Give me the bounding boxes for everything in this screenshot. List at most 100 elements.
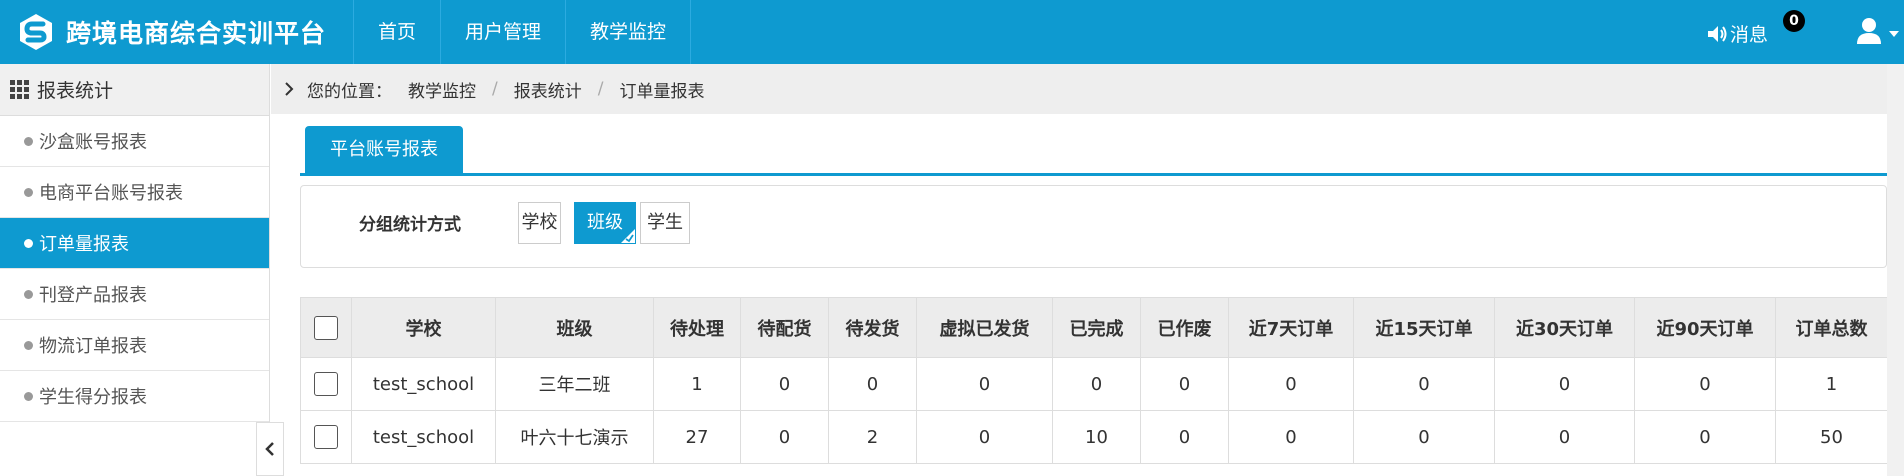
nav-user-management[interactable]: 用户管理 — [441, 0, 567, 64]
breadcrumb-item[interactable]: 教学监控 — [408, 77, 476, 102]
sidebar-item-listed-products[interactable]: 刊登产品报表 — [0, 269, 269, 320]
sidebar-item-label: 电商平台账号报表 — [39, 183, 183, 204]
table-cell: 0 — [740, 357, 829, 411]
breadcrumb-item[interactable]: 报表统计 — [514, 77, 582, 102]
row-checkbox[interactable] — [314, 372, 338, 396]
nav-teaching-monitor[interactable]: 教学监控 — [566, 0, 692, 64]
row-select-cell — [300, 410, 352, 464]
bullet-icon — [24, 340, 33, 350]
speaker-icon — [1708, 25, 1727, 42]
sidebar-item-label: 学生得分报表 — [39, 387, 147, 408]
sidebar-item-label: 沙盒账号报表 — [39, 132, 147, 153]
sidebar-item-student-scores[interactable]: 学生得分报表 — [0, 371, 269, 422]
breadcrumb-separator: / — [492, 79, 498, 99]
breadcrumb-prefix: 您的位置： — [307, 81, 392, 102]
column-header[interactable]: 近15天订单 — [1353, 297, 1495, 358]
sidebar-item-order-volume[interactable]: 订单量报表 — [0, 218, 269, 269]
grid-icon — [10, 80, 29, 99]
table-cell: 0 — [828, 357, 917, 411]
table-cell: 三年二班 — [495, 357, 654, 411]
row-checkbox[interactable] — [314, 425, 338, 449]
table-cell: 2 — [828, 410, 917, 464]
bullet-icon — [24, 187, 33, 197]
sidebar-item-logistics-orders[interactable]: 物流订单报表 — [0, 320, 269, 371]
table-cell: 0 — [916, 357, 1053, 411]
table-cell: 27 — [653, 410, 741, 464]
column-header[interactable]: 已完成 — [1052, 297, 1141, 358]
column-header[interactable]: 班级 — [495, 297, 654, 358]
table-cell: 0 — [1353, 410, 1495, 464]
top-header: 跨境电商综合实训平台 首页 用户管理 教学监控 消息 0 — [0, 0, 1904, 64]
group-option-school[interactable]: 学校 — [518, 202, 561, 244]
column-header[interactable]: 待发货 — [828, 297, 917, 358]
table-cell: 0 — [1494, 357, 1635, 411]
grouping-label: 分组统计方式 — [359, 215, 461, 235]
nav-home[interactable]: 首页 — [353, 0, 442, 64]
table-cell: 0 — [1052, 357, 1141, 411]
sidebar-collapse-button[interactable] — [256, 422, 284, 476]
group-option-label: 班级 — [587, 212, 623, 233]
sidebar-item-label: 物流订单报表 — [39, 336, 147, 357]
table-cell: 0 — [1140, 410, 1229, 464]
table-cell: 0 — [1353, 357, 1495, 411]
app-title: 跨境电商综合实训平台 — [66, 19, 327, 48]
vertical-scrollbar[interactable] — [1887, 64, 1904, 476]
table-cell: 叶六十七演示 — [495, 410, 654, 464]
sidebar-item-label: 订单量报表 — [39, 234, 129, 255]
chevron-down-icon — [1889, 31, 1899, 37]
column-header[interactable]: 已作废 — [1140, 297, 1229, 358]
logo[interactable]: 跨境电商综合实训平台 — [16, 10, 326, 54]
column-header[interactable]: 近30天订单 — [1494, 297, 1635, 358]
group-option-class[interactable]: 班级 — [574, 202, 636, 244]
sidebar-title: 报表统计 — [37, 80, 114, 102]
tab-platform-account-report[interactable]: 平台账号报表 — [305, 126, 463, 173]
table-cell: test_school — [351, 357, 496, 411]
table-cell: 0 — [1634, 410, 1776, 464]
column-header[interactable]: 待配货 — [740, 297, 829, 358]
messages-count-badge: 0 — [1783, 10, 1805, 32]
column-header[interactable]: 学校 — [351, 297, 496, 358]
sidebar-item-ecommerce-account[interactable]: 电商平台账号报表 — [0, 167, 269, 218]
sidebar-item-sandbox-account[interactable]: 沙盒账号报表 — [0, 116, 269, 167]
table-cell: test_school — [351, 410, 496, 464]
breadcrumb: 您的位置： 教学监控 / 报表统计 / 订单量报表 — [271, 64, 1887, 114]
row-select-cell — [300, 357, 352, 411]
user-icon — [1857, 18, 1881, 44]
user-menu[interactable] — [1855, 16, 1899, 46]
table-cell: 0 — [1634, 357, 1776, 411]
bullet-icon — [24, 238, 33, 248]
check-corner-icon — [621, 229, 635, 243]
table-row: test_school 叶六十七演示 27 0 2 0 10 0 0 0 0 0… — [300, 410, 1888, 464]
table-cell: 50 — [1775, 410, 1888, 464]
table-cell: 0 — [1228, 410, 1354, 464]
chevron-left-icon — [265, 442, 274, 456]
column-header[interactable]: 近90天订单 — [1634, 297, 1776, 358]
bullet-icon — [24, 136, 33, 146]
table-row: test_school 三年二班 1 0 0 0 0 0 0 0 0 0 1 — [300, 357, 1888, 411]
table-cell: 1 — [1775, 357, 1888, 411]
group-option-student[interactable]: 学生 — [640, 202, 690, 244]
bullet-icon — [24, 391, 33, 401]
logo-s-icon — [20, 14, 52, 50]
column-header[interactable]: 订单总数 — [1775, 297, 1888, 358]
select-all-cell — [300, 297, 352, 358]
breadcrumb-current: 订单量报表 — [619, 81, 705, 102]
table-cell: 0 — [1228, 357, 1354, 411]
grouping-panel: 分组统计方式 学校 班级 学生 — [300, 185, 1887, 268]
sidebar-header: 报表统计 — [0, 64, 269, 116]
column-header[interactable]: 虚拟已发货 — [916, 297, 1053, 358]
report-tabs: 平台账号报表 — [300, 126, 1887, 176]
table-header-row: 学校 班级 待处理 待配货 待发货 虚拟已发货 已完成 已作废 近7天订单 近1… — [300, 297, 1888, 358]
column-header[interactable]: 待处理 — [653, 297, 741, 358]
sidebar: 报表统计 沙盒账号报表 电商平台账号报表 订单量报表 刊登产品报表 物流订单报表… — [0, 64, 270, 424]
table-cell: 0 — [1494, 410, 1635, 464]
table-cell: 1 — [653, 357, 741, 411]
select-all-checkbox[interactable] — [314, 315, 338, 340]
table-cell: 0 — [916, 410, 1053, 464]
table-cell: 10 — [1052, 410, 1141, 464]
column-header[interactable]: 近7天订单 — [1228, 297, 1354, 358]
messages-button[interactable]: 消息 — [1706, 20, 1768, 47]
table-cell: 0 — [740, 410, 829, 464]
sidebar-item-label: 刊登产品报表 — [39, 285, 147, 306]
bullet-icon — [24, 289, 33, 299]
